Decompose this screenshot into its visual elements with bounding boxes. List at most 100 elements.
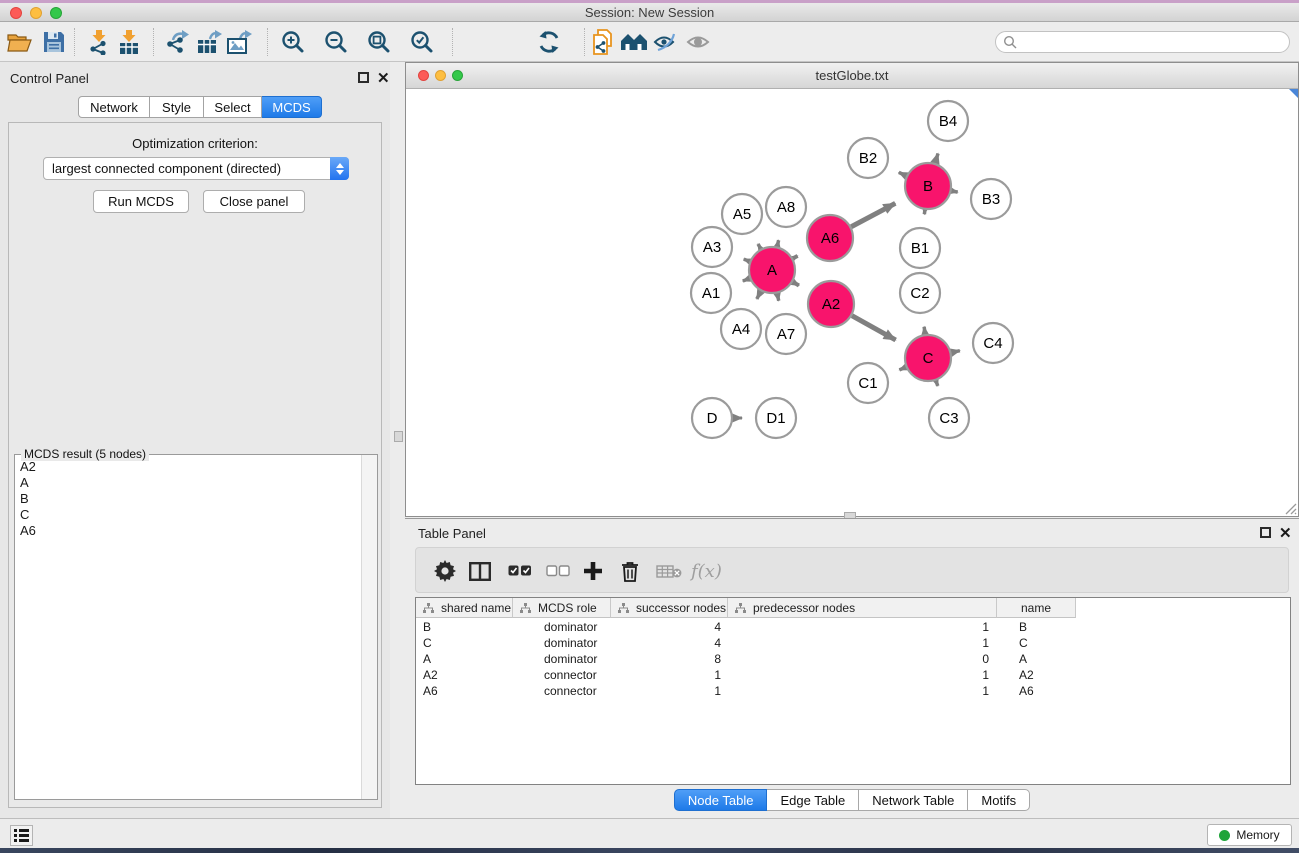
task-history-button[interactable] bbox=[10, 825, 33, 846]
select-all-button[interactable] bbox=[508, 557, 532, 585]
add-column-button[interactable] bbox=[583, 557, 603, 585]
edge-B-B2[interactable] bbox=[899, 172, 906, 175]
mcds-result-item[interactable]: A6 bbox=[16, 523, 360, 539]
delete-column-button[interactable] bbox=[621, 557, 639, 585]
deselect-all-button[interactable] bbox=[546, 557, 570, 585]
table-settings-button[interactable] bbox=[434, 557, 456, 585]
edge-B-B4[interactable] bbox=[935, 153, 938, 163]
open-session-button[interactable] bbox=[6, 28, 34, 56]
tab-mcds[interactable]: MCDS bbox=[262, 96, 322, 118]
zoom-fit-button[interactable] bbox=[365, 28, 393, 56]
import-table-button[interactable] bbox=[115, 28, 143, 56]
home-button[interactable] bbox=[620, 28, 648, 56]
mcds-result-item[interactable]: B bbox=[16, 491, 360, 507]
mcds-result-item[interactable]: A2 bbox=[16, 459, 360, 475]
close-panel-button[interactable]: Close panel bbox=[203, 190, 305, 213]
cell-MCDS-role[interactable]: dominator bbox=[514, 651, 613, 667]
refresh-layout-button[interactable] bbox=[535, 28, 563, 56]
table-row[interactable]: A2connector11A2 bbox=[416, 667, 1290, 683]
show-graphics-button[interactable] bbox=[651, 28, 679, 56]
apply-function-button[interactable]: f(x) bbox=[691, 557, 722, 585]
network-window-titlebar[interactable]: testGlobe.txt bbox=[406, 63, 1298, 89]
cell-successor-nodes[interactable]: 8 bbox=[613, 651, 731, 667]
mcds-result-item[interactable]: A bbox=[16, 475, 360, 491]
resize-grip-icon[interactable] bbox=[1284, 502, 1297, 515]
cell-name[interactable]: A2 bbox=[1001, 667, 1081, 683]
edge-C-C3[interactable] bbox=[936, 381, 938, 386]
edge-A6-B[interactable] bbox=[851, 203, 895, 226]
cell-MCDS-role[interactable]: connector bbox=[514, 667, 613, 683]
close-panel-icon[interactable]: ✕ bbox=[377, 73, 390, 84]
column-header-successor-nodes[interactable]: successor nodes bbox=[611, 598, 728, 618]
edge-A-A7[interactable] bbox=[777, 293, 779, 300]
cell-name[interactable]: A6 bbox=[1001, 683, 1081, 699]
run-mcds-button[interactable]: Run MCDS bbox=[93, 190, 189, 213]
cell-shared-name[interactable]: B bbox=[416, 619, 514, 635]
zoom-selected-button[interactable] bbox=[408, 28, 436, 56]
tab-network-table[interactable]: Network Table bbox=[859, 789, 968, 811]
edge-B-B3[interactable] bbox=[952, 191, 958, 192]
search-field[interactable] bbox=[995, 31, 1290, 53]
edge-C-C2[interactable] bbox=[924, 327, 925, 334]
column-header-shared-name[interactable]: shared name bbox=[416, 598, 513, 618]
tab-select[interactable]: Select bbox=[204, 96, 262, 118]
cell-name[interactable]: B bbox=[1001, 619, 1081, 635]
cell-predecessor-nodes[interactable]: 1 bbox=[731, 635, 1001, 651]
edge-A-A6[interactable] bbox=[793, 256, 798, 259]
mcds-result-list[interactable]: A2ABCA6 bbox=[16, 459, 360, 798]
edge-A-A2[interactable] bbox=[793, 282, 799, 286]
memory-button[interactable]: Memory bbox=[1207, 824, 1292, 846]
cell-MCDS-role[interactable]: connector bbox=[514, 683, 613, 699]
show-columns-button[interactable] bbox=[469, 557, 491, 585]
zoom-out-button[interactable] bbox=[322, 28, 350, 56]
cell-shared-name[interactable]: A2 bbox=[416, 667, 514, 683]
import-network-button[interactable] bbox=[86, 28, 114, 56]
cell-predecessor-nodes[interactable]: 0 bbox=[731, 651, 1001, 667]
scrollbar-track[interactable] bbox=[361, 455, 377, 799]
edge-A-A1[interactable] bbox=[743, 278, 750, 281]
network-canvas[interactable]: B4B2BB3A8A5A6A3B1AA1C2A2A4A7C4CC1DD1C3 bbox=[406, 89, 1298, 516]
cell-name[interactable]: A bbox=[1001, 651, 1081, 667]
delete-table-button[interactable] bbox=[656, 557, 682, 585]
table-row[interactable]: Cdominator41C bbox=[416, 635, 1290, 651]
column-header-MCDS-role[interactable]: MCDS role bbox=[513, 598, 611, 618]
close-table-panel-icon[interactable]: ✕ bbox=[1279, 528, 1292, 539]
tab-network[interactable]: Network bbox=[78, 96, 150, 118]
table-row[interactable]: A6connector11A6 bbox=[416, 683, 1290, 699]
edge-C-C4[interactable] bbox=[951, 351, 959, 353]
export-table-button[interactable] bbox=[195, 28, 223, 56]
float-panel-icon[interactable] bbox=[358, 72, 369, 83]
edge-B-B1[interactable] bbox=[924, 210, 925, 214]
cell-MCDS-role[interactable]: dominator bbox=[514, 635, 613, 651]
column-header-name[interactable]: name bbox=[997, 598, 1076, 618]
cell-shared-name[interactable]: C bbox=[416, 635, 514, 651]
cell-successor-nodes[interactable]: 1 bbox=[613, 683, 731, 699]
zoom-in-button[interactable] bbox=[279, 28, 307, 56]
optimization-criterion-dropdown[interactable]: largest connected component (directed) bbox=[43, 157, 349, 180]
edge-A-A4[interactable] bbox=[757, 291, 761, 299]
edge-A-A3[interactable] bbox=[744, 259, 750, 261]
cell-MCDS-role[interactable]: dominator bbox=[514, 619, 613, 635]
search-input[interactable] bbox=[1017, 35, 1289, 49]
tab-node-table[interactable]: Node Table bbox=[674, 789, 768, 811]
cell-successor-nodes[interactable]: 4 bbox=[613, 635, 731, 651]
vertical-splitter-grip[interactable] bbox=[394, 431, 403, 442]
mcds-result-item[interactable]: C bbox=[16, 507, 360, 523]
cell-predecessor-nodes[interactable]: 1 bbox=[731, 683, 1001, 699]
table-row[interactable]: Adominator80A bbox=[416, 651, 1290, 667]
cell-predecessor-nodes[interactable]: 1 bbox=[731, 619, 1001, 635]
edge-A-A5[interactable] bbox=[758, 244, 761, 249]
eye-button[interactable] bbox=[684, 28, 712, 56]
cell-name[interactable]: C bbox=[1001, 635, 1081, 651]
column-header-predecessor-nodes[interactable]: predecessor nodes bbox=[728, 598, 997, 618]
cell-shared-name[interactable]: A6 bbox=[416, 683, 514, 699]
cell-predecessor-nodes[interactable]: 1 bbox=[731, 667, 1001, 683]
export-network-button[interactable] bbox=[164, 28, 192, 56]
duplicate-network-button[interactable] bbox=[589, 28, 617, 56]
float-table-panel-icon[interactable] bbox=[1260, 527, 1271, 538]
tab-style[interactable]: Style bbox=[150, 96, 204, 118]
export-image-button[interactable] bbox=[225, 28, 253, 56]
tab-edge-table[interactable]: Edge Table bbox=[767, 789, 859, 811]
edge-A-A8[interactable] bbox=[777, 240, 778, 246]
save-session-button[interactable] bbox=[40, 28, 68, 56]
